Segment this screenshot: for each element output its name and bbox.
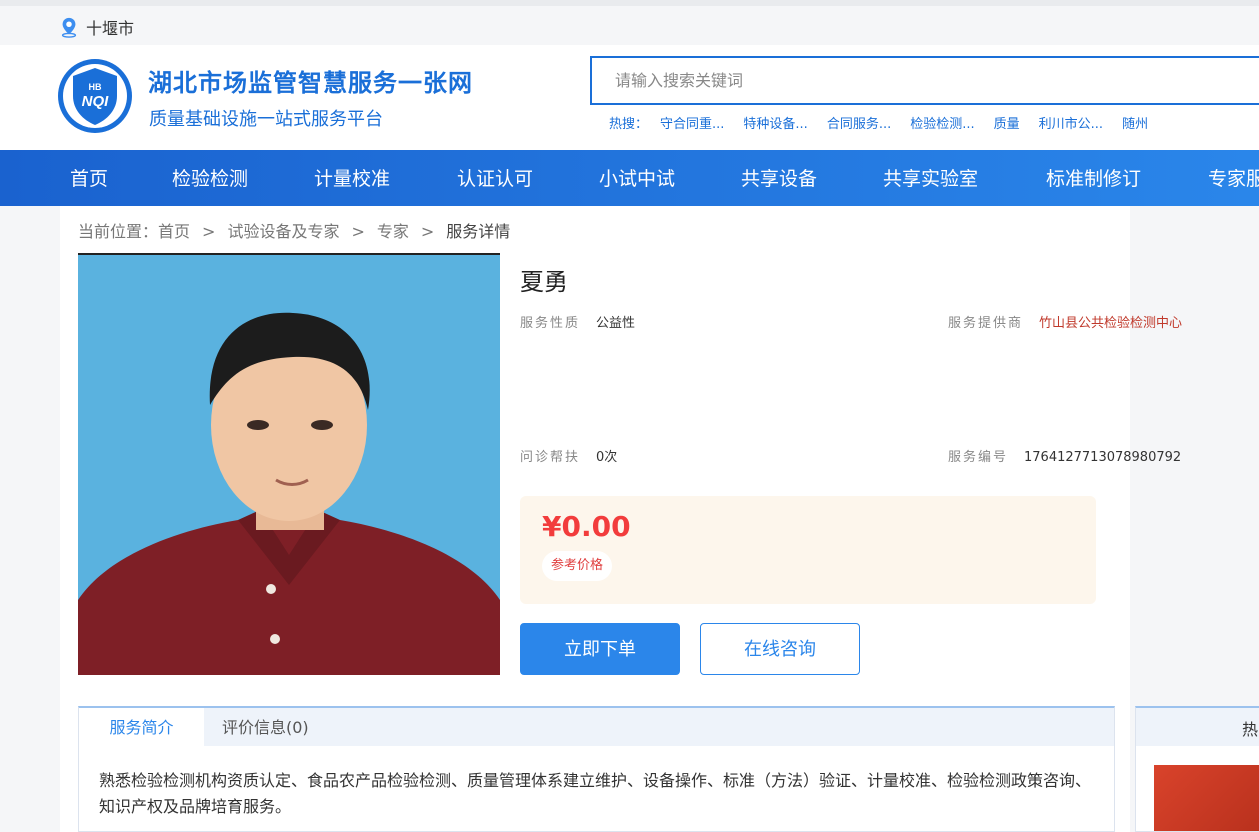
hot-search-item[interactable]: 利川市公... — [1039, 113, 1103, 132]
city-name: 十堰市 — [86, 19, 135, 38]
nav-item-metrology[interactable]: 计量校准 — [314, 150, 390, 206]
breadcrumb: 当前位置：首页 > 试验设备及专家 > 专家 > 服务详情 — [78, 218, 510, 242]
breadcrumb-separator: > — [202, 222, 216, 241]
site-title[interactable]: 湖北市场监管智慧服务一张网 — [148, 63, 473, 98]
provider-link[interactable]: 竹山县公共检验检测中心 — [1039, 316, 1182, 331]
nav-item-shared-equipment[interactable]: 共享设备 — [741, 150, 817, 206]
price-tag: 参考价格 — [542, 551, 613, 581]
expert-portrait-illustration — [78, 255, 500, 675]
online-consult-button[interactable]: 在线咨询 — [700, 623, 860, 675]
nav-item-home[interactable]: 首页 — [70, 150, 108, 206]
service-description: 熟悉检验检测机构资质认定、食品农产品检验检测、质量管理体系建立维护、设备操作、标… — [99, 771, 1092, 816]
service-number-value: 1764127713078980792 — [1024, 450, 1182, 465]
expert-photo — [78, 253, 500, 675]
price-box: ¥0.00 参考价格 — [520, 496, 1096, 604]
search-input[interactable] — [592, 58, 1259, 103]
nav-item-shared-lab[interactable]: 共享实验室 — [883, 150, 978, 206]
city-selector[interactable]: 十堰市 — [58, 15, 134, 39]
nav-item-certification[interactable]: 认证认可 — [457, 150, 533, 206]
hot-search-item[interactable]: 特种设备... — [743, 113, 807, 132]
breadcrumb-experts[interactable]: 专家 — [377, 222, 409, 241]
nav-item-expert-service[interactable]: 专家服 — [1208, 150, 1259, 206]
breadcrumb-home[interactable]: 首页 — [158, 222, 190, 241]
hot-search-item[interactable]: 守合同重... — [660, 113, 724, 132]
consult-label: 问诊帮扶 — [520, 450, 581, 465]
hot-search-item[interactable]: 质量 — [994, 113, 1020, 132]
breadcrumb-prefix: 当前位置： — [78, 222, 159, 241]
city-bar: 十堰市 — [0, 6, 1259, 45]
expert-name: 夏勇 — [520, 268, 568, 296]
detail-tabs: 服务简介 评价信息(0) 熟悉检验检测机构资质认定、食品农产品检验检测、质量管理… — [78, 706, 1115, 832]
hot-services-panel: 热 — [1135, 706, 1259, 832]
order-now-button[interactable]: 立即下单 — [520, 623, 680, 675]
site-subtitle: 质量基础设施一站式服务平台 — [149, 109, 383, 130]
service-type-value: 公益性 — [596, 316, 636, 331]
tab-bar: 服务简介 评价信息(0) — [79, 708, 1114, 748]
logo-text-main: NQI — [82, 93, 110, 110]
hot-search-list: 热搜： 守合同重... 特种设备... 合同服务... 检验检测... 质量 利… — [609, 113, 1167, 132]
hot-services-header: 热 — [1136, 708, 1259, 746]
hot-service-thumbnail[interactable] — [1154, 765, 1259, 831]
breadcrumb-current: 服务详情 — [446, 222, 511, 241]
hot-search-item[interactable]: 随州 — [1122, 113, 1148, 132]
site-header: HB NQI 湖北市场监管智慧服务一张网 质量基础设施一站式服务平台 热搜： 守… — [0, 45, 1259, 150]
hb-nqi-shield-logo[interactable]: HB NQI — [57, 58, 133, 134]
consult-value: 0次 — [596, 450, 618, 465]
search-box — [590, 56, 1259, 105]
service-type: 服务性质 公益性 — [520, 312, 635, 331]
main-nav: 首页 检验检测 计量校准 认证认可 小试中试 共享设备 共享实验室 标准制修订 … — [0, 150, 1259, 206]
hot-search-item[interactable]: 合同服务... — [827, 113, 891, 132]
price-value: ¥0.00 — [542, 510, 631, 543]
location-pin-icon — [61, 17, 77, 38]
breadcrumb-separator: > — [420, 222, 435, 241]
nav-item-inspection[interactable]: 检验检测 — [172, 150, 248, 206]
service-provider: 服务提供商 竹山县公共检验检测中心 — [948, 312, 1182, 331]
service-number: 服务编号 1764127713078980792 — [948, 446, 1181, 465]
nav-item-standards[interactable]: 标准制修订 — [1046, 150, 1141, 206]
logo-text-top: HB — [89, 82, 102, 92]
nav-item-pilot-test[interactable]: 小试中试 — [599, 150, 675, 206]
hot-search-label: 热搜： — [609, 117, 649, 132]
consult-count: 问诊帮扶 0次 — [520, 446, 617, 465]
service-number-label: 服务编号 — [948, 450, 1009, 465]
hot-services-title: 热 — [1242, 720, 1259, 739]
breadcrumb-separator: > — [351, 222, 365, 241]
hot-search-item[interactable]: 检验检测... — [910, 113, 974, 132]
service-type-label: 服务性质 — [520, 316, 581, 331]
tab-service-intro[interactable]: 服务简介 — [79, 708, 204, 748]
tab-reviews[interactable]: 评价信息(0) — [222, 708, 309, 746]
breadcrumb-equipment-experts[interactable]: 试验设备及专家 — [227, 222, 339, 241]
provider-label: 服务提供商 — [948, 316, 1024, 331]
